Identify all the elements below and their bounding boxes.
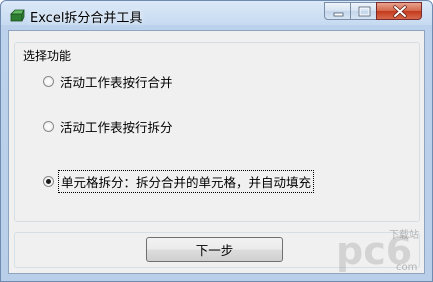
window-title: Excel拆分合并工具 [30, 11, 143, 26]
option-merge-rows[interactable]: 活动工作表按行合并 [43, 72, 173, 90]
option-label: 单元格拆分：拆分合并的单元格，并自动填充 [57, 169, 315, 193]
maximize-button[interactable] [350, 2, 377, 20]
radio-split-cells[interactable] [43, 175, 54, 187]
client-area: 选择功能 活动工作表按行合并 活动工作表按行拆分 单元格拆分：拆分合并的单元格，… [8, 30, 425, 274]
title-bar[interactable]: Excel拆分合并工具 [1, 1, 432, 29]
maximize-icon [358, 6, 371, 17]
close-icon [393, 5, 407, 18]
pc6-watermark: pc6 下载站 com [336, 228, 419, 273]
radio-merge-rows[interactable] [43, 75, 54, 87]
option-split-cells[interactable]: 单元格拆分：拆分合并的单元格，并自动填充 [43, 169, 315, 193]
group-title: 选择功能 [21, 47, 74, 64]
option-label: 活动工作表按行拆分 [60, 119, 173, 135]
option-split-rows[interactable]: 活动工作表按行拆分 [43, 117, 173, 135]
minimize-icon [333, 12, 344, 17]
close-button[interactable] [376, 2, 422, 20]
function-groupbox: 选择功能 活动工作表按行合并 活动工作表按行拆分 单元格拆分：拆分合并的单元格，… [14, 42, 420, 222]
app-window: Excel拆分合并工具 选择功能 活动工作表按行合并 活动工作表按行拆分 单元格… [0, 0, 433, 282]
watermark-site: 下载站 [389, 228, 419, 241]
minimize-button[interactable] [324, 2, 351, 20]
excel-tool-icon [9, 7, 25, 23]
watermark-domain: com [396, 262, 417, 273]
next-button[interactable]: 下一步 [146, 237, 283, 262]
radio-split-rows[interactable] [43, 120, 54, 132]
option-label: 活动工作表按行合并 [60, 74, 173, 90]
